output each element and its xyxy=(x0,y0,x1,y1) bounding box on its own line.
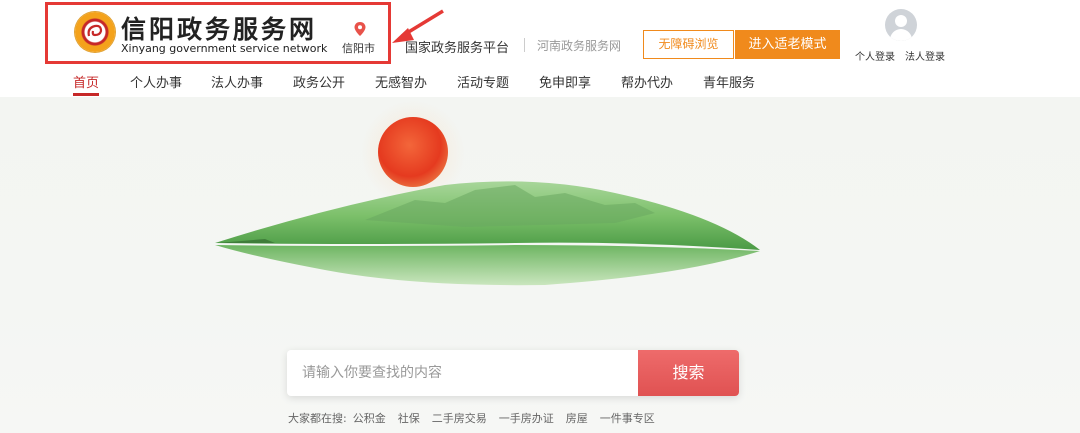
elder-mode-button[interactable]: 进入适老模式 xyxy=(735,30,840,59)
search-box: 搜索 xyxy=(287,350,739,396)
header: 信阳政务服务网 Xinyang government service netwo… xyxy=(0,0,1080,97)
accessible-browse-button[interactable]: 无障碍浏览 xyxy=(643,30,734,59)
nav-item-topics[interactable]: 活动专题 xyxy=(457,72,509,91)
corporate-login-link[interactable]: 法人登录 xyxy=(905,48,945,63)
nav-item-home[interactable]: 首页 xyxy=(73,72,99,91)
hot-search-item[interactable]: 社保 xyxy=(398,412,420,425)
nav-item-exempt-apply[interactable]: 免申即享 xyxy=(539,72,591,91)
hot-search-item[interactable]: 一手房办证 xyxy=(499,412,554,425)
nav-item-corporate[interactable]: 法人办事 xyxy=(211,72,263,91)
nav-item-open-government[interactable]: 政务公开 xyxy=(293,72,345,91)
leaf-mountain-illustration xyxy=(215,181,760,286)
hot-search-item[interactable]: 二手房交易 xyxy=(432,412,487,425)
search-button[interactable]: 搜索 xyxy=(638,350,739,396)
provincial-site-link[interactable]: 河南政务服务网 xyxy=(537,37,621,54)
annotation-highlight-box xyxy=(45,2,391,64)
search-input[interactable] xyxy=(287,350,638,396)
nav-item-youth[interactable]: 青年服务 xyxy=(703,72,755,91)
nav-item-personal[interactable]: 个人办事 xyxy=(130,72,182,91)
divider xyxy=(524,38,525,52)
hot-search-item[interactable]: 一件事专区 xyxy=(600,412,655,425)
avatar-body xyxy=(890,29,912,41)
nav-active-indicator xyxy=(73,93,99,96)
personal-login-link[interactable]: 个人登录 xyxy=(855,48,895,63)
hot-searches: 大家都在搜: 公积金 社保 二手房交易 一手房办证 房屋 一件事专区 xyxy=(288,410,667,426)
hot-searches-label: 大家都在搜: xyxy=(288,412,347,425)
page: 信阳政务服务网 Xinyang government service netwo… xyxy=(0,0,1080,433)
nav-item-smart-service[interactable]: 无感智办 xyxy=(375,72,427,91)
hot-search-item[interactable]: 房屋 xyxy=(566,412,588,425)
nav-item-assisted[interactable]: 帮办代办 xyxy=(621,72,673,91)
avatar-head xyxy=(895,15,907,27)
hot-search-item[interactable]: 公积金 xyxy=(353,412,386,425)
avatar-icon[interactable] xyxy=(885,9,917,41)
national-platform-link[interactable]: 国家政务服务平台 xyxy=(405,37,509,56)
